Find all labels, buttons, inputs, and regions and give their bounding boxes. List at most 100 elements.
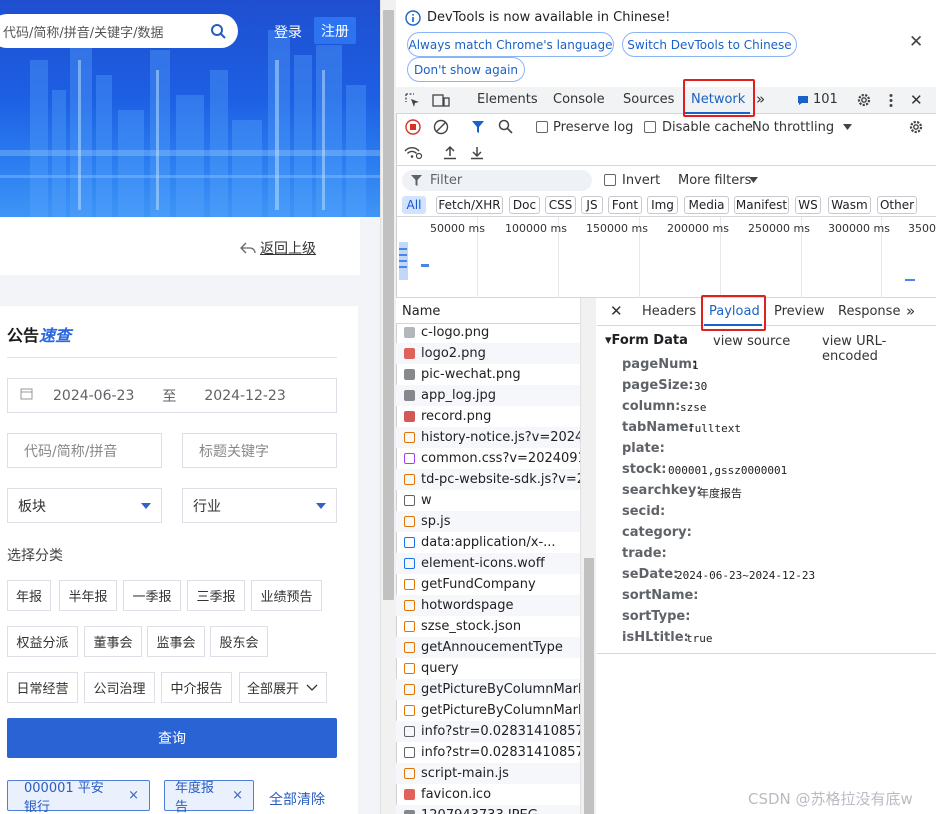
network-conditions-icon[interactable] bbox=[404, 145, 423, 160]
site-search-bar[interactable]: 代码/简称/拼音/关键字/数据 bbox=[0, 14, 238, 48]
code-input[interactable]: 代码/简称/拼音 bbox=[7, 433, 162, 468]
more-tabs-icon[interactable]: » bbox=[756, 90, 765, 108]
caret-down-icon[interactable] bbox=[843, 124, 852, 130]
type-filter-manifest[interactable]: Manifest bbox=[734, 196, 789, 214]
title-keyword-input[interactable]: 标题关键字 bbox=[182, 433, 337, 468]
expand-all-tag[interactable]: 全部展开 bbox=[239, 672, 327, 703]
type-filter-wasm[interactable]: Wasm bbox=[828, 196, 871, 214]
close-icon[interactable]: ✕ bbox=[610, 302, 623, 320]
search-icon[interactable] bbox=[498, 119, 513, 134]
request-row[interactable]: 1207943733.JPEG bbox=[396, 805, 580, 814]
type-filter-img[interactable]: Img bbox=[647, 196, 678, 214]
close-icon[interactable]: ✕ bbox=[909, 32, 923, 52]
form-field-value[interactable]: szse bbox=[680, 401, 707, 414]
type-filter-all[interactable]: All bbox=[402, 196, 426, 214]
tab-sources[interactable]: Sources bbox=[623, 92, 674, 107]
form-field-value[interactable]: 年度报告 bbox=[698, 485, 742, 501]
view-url-encoded-link[interactable]: view URL-encoded bbox=[822, 334, 936, 364]
request-row[interactable]: szse_stock.json bbox=[396, 616, 580, 637]
tab-response[interactable]: Response bbox=[838, 304, 900, 319]
close-icon[interactable]: × bbox=[232, 788, 243, 803]
category-tag[interactable]: 董事会 bbox=[84, 626, 142, 657]
request-list-scrollbar[interactable] bbox=[580, 298, 596, 814]
request-row[interactable]: script-main.js bbox=[396, 763, 580, 784]
request-row[interactable]: data:application/x-... bbox=[396, 532, 580, 553]
request-row[interactable]: getPictureByColumnMark... bbox=[396, 679, 580, 700]
close-icon[interactable]: ✕ bbox=[910, 91, 923, 109]
type-filter-ws[interactable]: WS bbox=[795, 196, 821, 214]
category-tag[interactable]: 业绩预告 bbox=[251, 580, 322, 611]
date-range-picker[interactable]: 2024-06-23 至 2024-12-23 bbox=[7, 378, 337, 413]
tab-console[interactable]: Console bbox=[553, 92, 605, 107]
switch-chinese-button[interactable]: Switch DevTools to Chinese bbox=[622, 32, 797, 57]
type-filter-js[interactable]: JS bbox=[581, 196, 603, 214]
register-button[interactable]: 注册 bbox=[314, 17, 356, 44]
close-icon[interactable]: × bbox=[128, 788, 139, 803]
industry-select[interactable]: 行业 bbox=[182, 488, 337, 523]
category-tag[interactable]: 日常经营 bbox=[7, 672, 78, 703]
category-tag[interactable]: 一季报 bbox=[123, 580, 181, 611]
form-field-value[interactable]: 000001,gssz0000001 bbox=[668, 464, 787, 477]
request-row[interactable]: favicon.ico bbox=[396, 784, 580, 805]
dont-show-again-button[interactable]: Don't show again bbox=[407, 57, 525, 82]
form-field-value[interactable]: 30 bbox=[694, 380, 707, 393]
form-field-value[interactable]: true bbox=[686, 632, 713, 645]
category-tag[interactable]: 股东会 bbox=[210, 626, 268, 657]
request-row[interactable]: history-notice.js?v=20240... bbox=[396, 427, 580, 448]
login-link[interactable]: 登录 bbox=[274, 22, 302, 42]
request-row[interactable]: hotwordspage bbox=[396, 595, 580, 616]
category-tag[interactable]: 监事会 bbox=[147, 626, 205, 657]
request-row[interactable]: info?str=0.028314108575... bbox=[396, 721, 580, 742]
more-filters-button[interactable]: More filters bbox=[678, 173, 751, 188]
request-row[interactable]: app_log.jpg bbox=[396, 385, 580, 406]
invert-checkbox[interactable] bbox=[604, 174, 616, 186]
request-row[interactable]: w bbox=[396, 490, 580, 511]
category-tag[interactable]: 中介报告 bbox=[161, 672, 232, 703]
category-tag[interactable]: 公司治理 bbox=[84, 672, 155, 703]
category-tag[interactable]: 年报 bbox=[7, 580, 51, 611]
more-tabs-icon[interactable]: » bbox=[906, 302, 915, 320]
clear-icon[interactable] bbox=[433, 119, 449, 135]
query-button[interactable]: 查询 bbox=[7, 718, 337, 758]
scrollbar-thumb[interactable] bbox=[584, 558, 594, 814]
network-settings-icon[interactable] bbox=[908, 119, 924, 135]
tab-headers[interactable]: Headers bbox=[642, 304, 696, 319]
request-row[interactable]: sp.js bbox=[396, 511, 580, 532]
type-filter-other[interactable]: Other bbox=[877, 196, 917, 214]
tab-preview[interactable]: Preview bbox=[774, 304, 825, 319]
search-icon[interactable] bbox=[204, 17, 232, 45]
inspect-element-icon[interactable] bbox=[405, 93, 420, 108]
request-row[interactable]: c-logo.png bbox=[396, 322, 580, 343]
request-row[interactable]: common.css?v=2024091... bbox=[396, 448, 580, 469]
category-tag[interactable]: 三季报 bbox=[187, 580, 245, 611]
request-row[interactable]: pic-wechat.png bbox=[396, 364, 580, 385]
tab-elements[interactable]: Elements bbox=[477, 92, 538, 107]
request-row[interactable]: record.png bbox=[396, 406, 580, 427]
request-row[interactable]: element-icons.woff bbox=[396, 553, 580, 574]
form-field-value[interactable]: 1 bbox=[692, 359, 699, 372]
stop-recording-icon[interactable] bbox=[405, 119, 421, 135]
name-column-header[interactable]: Name bbox=[402, 304, 440, 319]
form-field-value[interactable]: 2024-06-23~2024-12-23 bbox=[676, 569, 815, 582]
selected-chip-stock[interactable]: 000001 平安银行 × bbox=[7, 780, 150, 814]
clear-all-link[interactable]: 全部清除 bbox=[269, 789, 325, 809]
type-filter-font[interactable]: Font bbox=[608, 196, 642, 214]
view-source-link[interactable]: view source bbox=[713, 334, 790, 349]
form-field-value[interactable]: fulltext bbox=[688, 422, 741, 435]
page-scrollbar[interactable] bbox=[380, 0, 396, 814]
import-har-icon[interactable] bbox=[443, 145, 457, 160]
request-row[interactable]: getAnnoucementType bbox=[396, 637, 580, 658]
form-data-header[interactable]: ▾Form Data bbox=[605, 333, 688, 348]
issues-icon[interactable] bbox=[797, 95, 809, 106]
type-filter-css[interactable]: CSS bbox=[545, 196, 576, 214]
scrollbar-thumb[interactable] bbox=[383, 10, 394, 600]
match-language-button[interactable]: Always match Chrome's language bbox=[407, 32, 614, 57]
issues-count[interactable]: 101 bbox=[813, 92, 838, 107]
request-row[interactable]: logo2.png bbox=[396, 343, 580, 364]
category-tag[interactable]: 半年报 bbox=[59, 580, 117, 611]
type-filter-media[interactable]: Media bbox=[684, 196, 729, 214]
category-tag[interactable]: 权益分派 bbox=[7, 626, 78, 657]
date-to[interactable]: 2024-12-23 bbox=[204, 388, 285, 404]
disable-cache-checkbox[interactable] bbox=[644, 121, 656, 133]
request-row[interactable]: td-pc-website-sdk.js?v=2... bbox=[396, 469, 580, 490]
